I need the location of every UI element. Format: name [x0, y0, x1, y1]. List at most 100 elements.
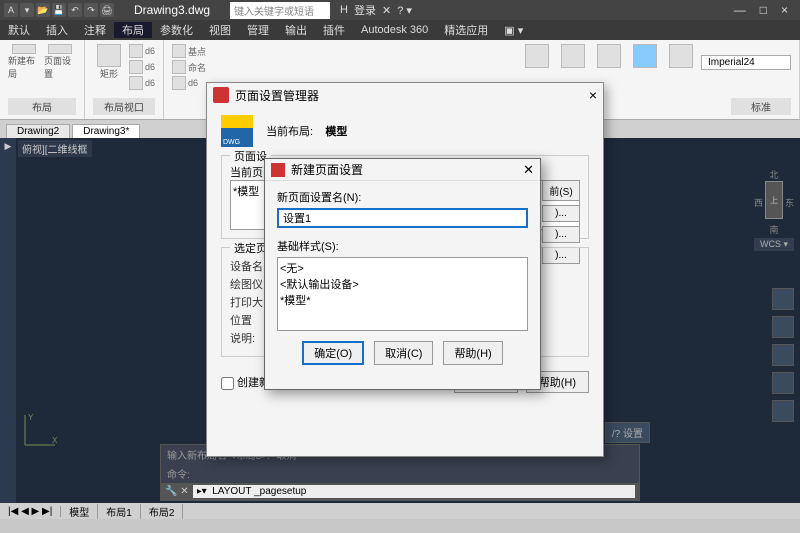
- panel-label: 布局视口: [93, 98, 155, 115]
- ucs-icon: YX: [20, 410, 60, 453]
- qat-print-icon[interactable]: 🖨: [100, 3, 114, 17]
- compass-s: 南: [769, 225, 778, 235]
- close-button[interactable]: ×: [781, 3, 788, 17]
- maximize-button[interactable]: □: [760, 3, 767, 17]
- tab-manage[interactable]: 管理: [239, 22, 277, 38]
- base-style-label: 基础样式(S):: [277, 238, 528, 254]
- help-dropdown-icon[interactable]: ? ▾: [397, 4, 412, 17]
- pan-icon[interactable]: [772, 316, 794, 338]
- current-layout-label: 当前布局:: [266, 126, 313, 138]
- qat-redo-icon[interactable]: ↷: [84, 3, 98, 17]
- mini-named[interactable]: 命名: [172, 60, 206, 74]
- tab-annotate[interactable]: 注释: [76, 22, 114, 38]
- new-layout-button[interactable]: 新建布局: [8, 44, 40, 80]
- list-item[interactable]: *模型*: [280, 292, 525, 308]
- tab-default[interactable]: 默认: [0, 22, 38, 38]
- ribbon-btn-e[interactable]: [665, 44, 697, 80]
- viewport-controls[interactable]: 俯视][二维线框: [18, 140, 92, 157]
- new-page-setup-dialog: 新建页面设置 ✕ 新页面设置名(N): 基础样式(S): <无> <默认输出设备…: [264, 158, 541, 390]
- help-button[interactable]: 帮助(H): [443, 341, 502, 365]
- mini-3[interactable]: d6: [172, 76, 206, 90]
- layout-tab-1[interactable]: 布局1: [98, 504, 141, 519]
- app-icon[interactable]: A: [4, 3, 18, 17]
- ok-button[interactable]: 确定(O): [302, 341, 364, 365]
- search-icon[interactable]: H: [340, 4, 348, 16]
- tab-layout[interactable]: 布局: [114, 22, 152, 38]
- svg-text:Y: Y: [28, 413, 34, 422]
- close-icon[interactable]: ×: [589, 87, 597, 103]
- vbar-item[interactable]: ▶: [0, 138, 16, 156]
- infocenter: H 登录 ✕ ? ▾: [340, 2, 412, 18]
- tab-autodesk360[interactable]: Autodesk 360: [353, 24, 436, 36]
- vp-mini-3[interactable]: d6: [129, 76, 155, 90]
- nav-cube-area: 北 西 上 东 南 WCS ▾: [754, 168, 794, 251]
- list-item[interactable]: <无>: [280, 260, 525, 276]
- exchange-icon[interactable]: ✕: [382, 4, 391, 17]
- modify-button[interactable]: )...: [542, 226, 580, 243]
- layout-tabs: |◀ ◀ ▶ ▶| 模型 布局1 布局2: [0, 503, 800, 519]
- qat-undo-icon[interactable]: ↶: [68, 3, 82, 17]
- layout-tab-model[interactable]: 模型: [61, 504, 98, 519]
- cmd-prompt-icon[interactable]: 🔧 ✕: [165, 486, 189, 497]
- dwg-icon: [221, 115, 253, 147]
- nav-wheel-icon[interactable]: [772, 288, 794, 310]
- set-current-button[interactable]: 前(S): [542, 180, 580, 201]
- ribbon-btn-d[interactable]: [629, 44, 661, 80]
- help-search-input[interactable]: 键入关键字或短语: [230, 2, 330, 19]
- ribbon-btn-c[interactable]: [593, 44, 625, 80]
- ribbon-btn-b[interactable]: [557, 44, 589, 80]
- ribbon-btn-a[interactable]: [521, 44, 553, 80]
- tab-output[interactable]: 输出: [277, 22, 315, 38]
- doc-tab[interactable]: Drawing2: [6, 124, 70, 138]
- vp-mini-1[interactable]: d6: [129, 44, 155, 58]
- rect-viewport-button[interactable]: 矩形: [93, 44, 125, 80]
- status-bar: [0, 519, 800, 533]
- nav-bar: [772, 288, 794, 422]
- new-button[interactable]: )...: [542, 205, 580, 222]
- dialog-title: 页面设置管理器: [235, 87, 319, 104]
- cmd-history-2: 命令:: [161, 464, 639, 483]
- view-cube[interactable]: 上: [765, 181, 783, 219]
- hint-box[interactable]: /? 设置: [605, 422, 650, 443]
- new-name-label: 新页面设置名(N):: [277, 189, 528, 205]
- panel-label: 布局: [8, 98, 76, 115]
- compass-w: 西: [754, 196, 763, 209]
- showmotion-icon[interactable]: [772, 400, 794, 422]
- doc-tab-active[interactable]: Drawing3*: [72, 124, 140, 138]
- mini-base[interactable]: 基点: [172, 44, 206, 58]
- tab-parametric[interactable]: 参数化: [152, 22, 201, 38]
- page-setup-button[interactable]: 页面设置: [44, 44, 76, 80]
- tab-extras-icon[interactable]: ▣ ▾: [496, 24, 531, 37]
- wcs-dropdown[interactable]: WCS ▾: [754, 238, 794, 251]
- compass-n: 北: [769, 170, 778, 180]
- vp-mini-2[interactable]: d6: [129, 60, 155, 74]
- ribbon-tabs: 默认 插入 注释 布局 参数化 视图 管理 输出 插件 Autodesk 360…: [0, 20, 800, 40]
- tab-view[interactable]: 视图: [201, 22, 239, 38]
- autocad-icon: [271, 163, 285, 177]
- detail-desc-label: 说明:: [230, 333, 255, 345]
- layout-nav-arrows[interactable]: |◀ ◀ ▶ ▶|: [0, 506, 61, 517]
- layout-tab-2[interactable]: 布局2: [141, 504, 184, 519]
- tab-plugins[interactable]: 插件: [315, 22, 353, 38]
- cancel-button[interactable]: 取消(C): [374, 341, 433, 365]
- ribbon-panel-viewport: 矩形 d6 d6 d6 布局视口: [85, 40, 164, 119]
- command-input[interactable]: [193, 485, 635, 498]
- dialog-title: 新建页面设置: [291, 161, 363, 178]
- login-button[interactable]: 登录: [354, 2, 376, 18]
- tab-insert[interactable]: 插入: [38, 22, 76, 38]
- new-page-setup-name-input[interactable]: [277, 208, 528, 228]
- close-icon[interactable]: ✕: [523, 162, 534, 178]
- document-filename: Drawing3.dwg: [114, 3, 230, 17]
- list-item[interactable]: <默认输出设备>: [280, 276, 525, 292]
- qat-new-icon[interactable]: ▾: [20, 3, 34, 17]
- app-titlebar: A ▾ 📂 💾 ↶ ↷ 🖨 Drawing3.dwg 键入关键字或短语 H 登录…: [0, 0, 800, 20]
- minimize-button[interactable]: —: [734, 3, 746, 17]
- orbit-icon[interactable]: [772, 372, 794, 394]
- qat-open-icon[interactable]: 📂: [36, 3, 50, 17]
- zoom-icon[interactable]: [772, 344, 794, 366]
- tab-featured[interactable]: 精选应用: [436, 22, 496, 38]
- ribbon-panel-layout: 新建布局 页面设置 布局: [0, 40, 85, 119]
- qat-save-icon[interactable]: 💾: [52, 3, 66, 17]
- anno-scale-dropdown[interactable]: Imperial24: [701, 55, 791, 70]
- base-style-list[interactable]: <无> <默认输出设备> *模型*: [277, 257, 528, 331]
